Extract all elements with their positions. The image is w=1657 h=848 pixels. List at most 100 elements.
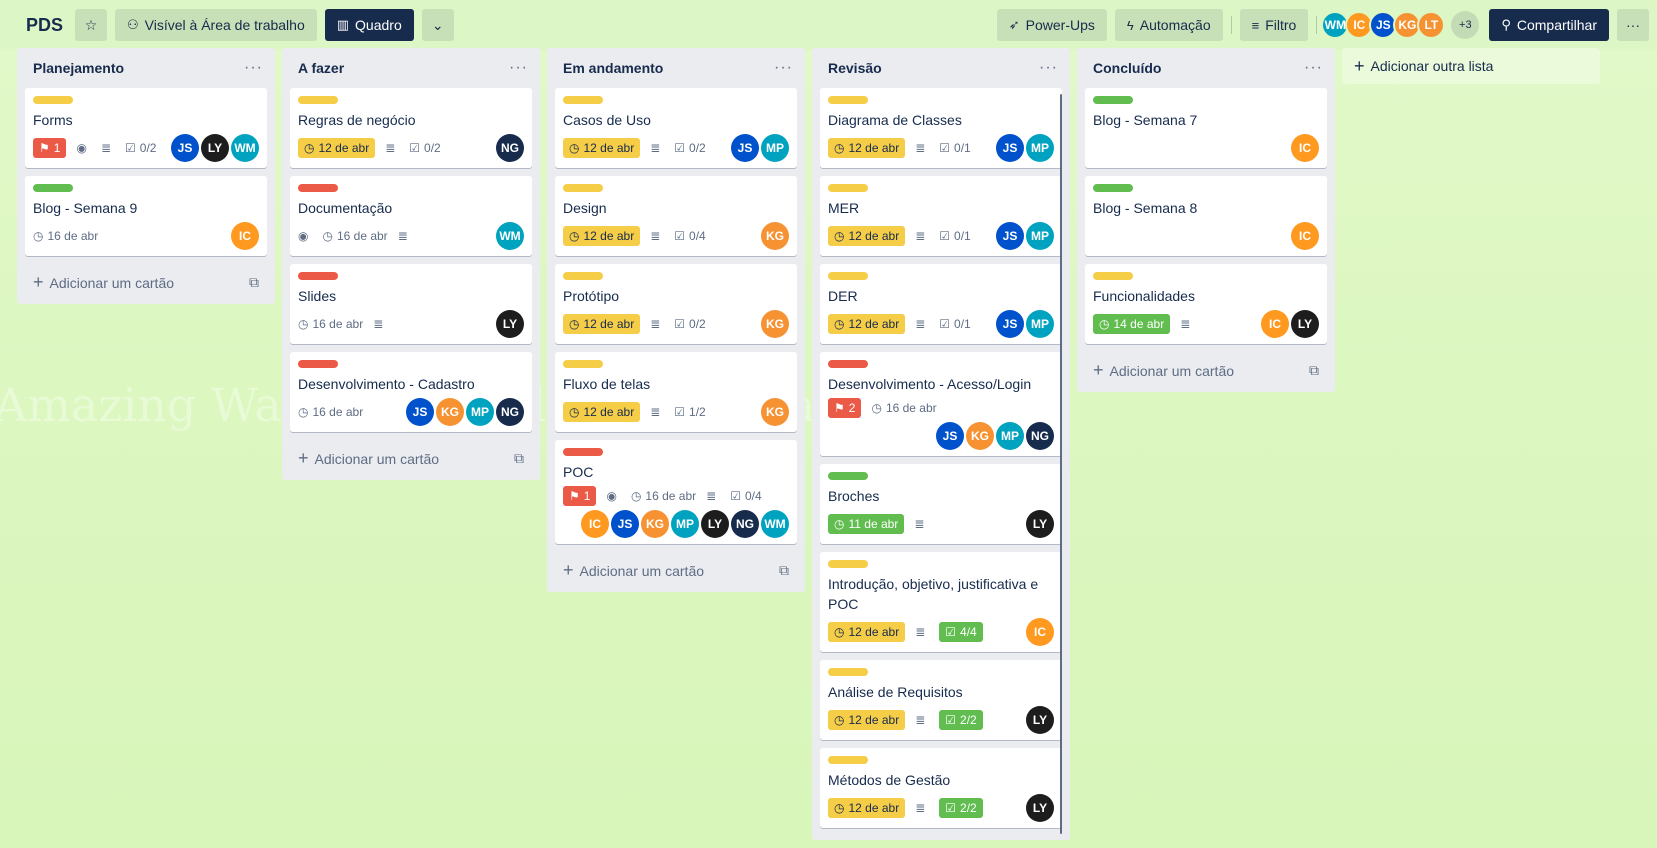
- card-label[interactable]: [828, 272, 868, 280]
- card-label[interactable]: [828, 668, 868, 676]
- member-avatar[interactable]: IC: [1261, 310, 1289, 338]
- card[interactable]: MER ◷ 12 de abr ≣ ☑ 0/1 JS MP: [820, 176, 1062, 256]
- member-avatar[interactable]: MP: [671, 510, 699, 538]
- card[interactable]: Forms ⚑ 1 ◉ ≣ ☑ 0/2 JS LY WM: [25, 88, 267, 168]
- member-avatar[interactable]: LY: [1026, 794, 1054, 822]
- member-avatar[interactable]: KG: [641, 510, 669, 538]
- star-button[interactable]: ☆: [75, 9, 108, 41]
- badge-check[interactable]: ☑ 0/2: [674, 138, 705, 158]
- member-avatar[interactable]: NG: [496, 398, 524, 426]
- member-avatar[interactable]: LY: [701, 510, 729, 538]
- member-avatar[interactable]: LY: [1026, 706, 1054, 734]
- template-icon[interactable]: ⧉: [249, 274, 259, 291]
- card-label[interactable]: [563, 360, 603, 368]
- badge-check[interactable]: ☑ 0/2: [409, 138, 440, 158]
- member-avatar[interactable]: KG: [761, 222, 789, 250]
- card[interactable]: Análise de Requisitos ◷ 12 de abr ≣ ☑ 2/2 LY: [820, 660, 1062, 740]
- member-avatar[interactable]: MP: [1026, 222, 1054, 250]
- board-members[interactable]: WM IC JS KG LT: [1321, 11, 1446, 39]
- member-avatar[interactable]: LY: [496, 310, 524, 338]
- card-label[interactable]: [298, 272, 338, 280]
- badge-clock[interactable]: ◷ 16 de abr: [298, 314, 363, 334]
- card[interactable]: Documentação ◉ ◷ 16 de abr ≣ WM: [290, 176, 532, 256]
- add-card-button[interactable]: + Adicionar um cartão ⧉: [290, 440, 532, 476]
- template-icon[interactable]: ⧉: [779, 562, 789, 579]
- badge-clock[interactable]: ◷ 12 de abr: [563, 402, 641, 422]
- badge-clock[interactable]: ◷ 11 de abr: [828, 514, 905, 534]
- card[interactable]: Blog - Semana 8 IC: [1085, 176, 1327, 256]
- member-avatar[interactable]: MP: [1026, 310, 1054, 338]
- badge-check[interactable]: ☑ 0/1: [939, 138, 970, 158]
- member-avatar[interactable]: LT: [1417, 11, 1446, 39]
- template-icon[interactable]: ⧉: [1309, 362, 1319, 379]
- powerups-button[interactable]: ➶ Power-Ups: [996, 9, 1107, 41]
- member-avatar[interactable]: KG: [436, 398, 464, 426]
- filter-button[interactable]: ≡ Filtro: [1239, 9, 1309, 41]
- card[interactable]: Métodos de Gestão ◷ 12 de abr ≣ ☑ 2/2 LY: [820, 748, 1062, 828]
- member-avatar[interactable]: KG: [761, 398, 789, 426]
- list-menu-icon[interactable]: ···: [774, 59, 793, 77]
- card-label[interactable]: [33, 96, 73, 104]
- card-label[interactable]: [828, 472, 868, 480]
- list-title[interactable]: Revisão: [828, 60, 882, 76]
- member-avatar[interactable]: JS: [936, 422, 964, 450]
- view-switcher-button[interactable]: ⌄: [421, 9, 454, 41]
- member-avatar[interactable]: JS: [171, 134, 199, 162]
- card-label[interactable]: [563, 96, 603, 104]
- template-icon[interactable]: ⧉: [514, 450, 524, 467]
- list-menu-icon[interactable]: ···: [1304, 59, 1323, 77]
- member-avatar[interactable]: JS: [996, 222, 1024, 250]
- list-scrollbar[interactable]: [1060, 94, 1062, 834]
- member-avatar[interactable]: MP: [466, 398, 494, 426]
- member-avatar[interactable]: IC: [231, 222, 259, 250]
- card[interactable]: Protótipo ◷ 12 de abr ≣ ☑ 0/2 KG: [555, 264, 797, 344]
- badge-clock[interactable]: ◷ 12 de abr: [828, 622, 906, 642]
- card-label[interactable]: [828, 96, 868, 104]
- badge-check[interactable]: ☑ 2/2: [939, 710, 983, 730]
- member-avatar[interactable]: KG: [966, 422, 994, 450]
- badge-clock[interactable]: ◷ 12 de abr: [828, 226, 906, 246]
- card[interactable]: Desenvolvimento - Acesso/Login ⚑ 2 ◷ 16 de a…: [820, 352, 1062, 456]
- member-avatar[interactable]: IC: [1026, 618, 1054, 646]
- card-label[interactable]: [1093, 184, 1133, 192]
- member-avatar[interactable]: NG: [496, 134, 524, 162]
- member-avatar[interactable]: MP: [761, 134, 789, 162]
- list-menu-icon[interactable]: ···: [244, 59, 263, 77]
- card-label[interactable]: [1093, 96, 1133, 104]
- card[interactable]: POC ⚑ 1 ◉ ◷ 16 de abr ≣ ☑ 0/4 IC JS KG MP LY NG WM: [555, 440, 797, 544]
- member-avatar[interactable]: LY: [1291, 310, 1319, 338]
- badge-clock[interactable]: ◷ 12 de abr: [828, 138, 906, 158]
- card-label[interactable]: [298, 184, 338, 192]
- card-label[interactable]: [1093, 272, 1133, 280]
- member-avatar[interactable]: IC: [1291, 134, 1319, 162]
- card-label[interactable]: [828, 560, 868, 568]
- card[interactable]: Casos de Uso ◷ 12 de abr ≣ ☑ 0/2 JS MP: [555, 88, 797, 168]
- list-menu-icon[interactable]: ···: [509, 59, 528, 77]
- automation-button[interactable]: ϟ Automação: [1114, 9, 1223, 41]
- badge-clock[interactable]: ◷ 16 de abr: [631, 486, 696, 506]
- badge-clock[interactable]: ◷ 12 de abr: [828, 710, 906, 730]
- badge-check[interactable]: ☑ 0/1: [939, 226, 970, 246]
- badge-clock[interactable]: ◷ 12 de abr: [298, 138, 376, 158]
- member-avatar[interactable]: NG: [1026, 422, 1054, 450]
- card[interactable]: Diagrama de Classes ◷ 12 de abr ≣ ☑ 0/1 JS MP: [820, 88, 1062, 168]
- member-avatar[interactable]: WM: [496, 222, 524, 250]
- member-avatar[interactable]: JS: [406, 398, 434, 426]
- view-quadro-button[interactable]: ▥ Quadro: [324, 9, 414, 41]
- card-label[interactable]: [828, 184, 868, 192]
- badge-clock[interactable]: ◷ 12 de abr: [563, 138, 641, 158]
- card-label[interactable]: [563, 448, 603, 456]
- member-avatar[interactable]: WM: [761, 510, 789, 538]
- badge-clock[interactable]: ◷ 16 de abr: [33, 226, 98, 246]
- add-list-button[interactable]: + Adicionar outra lista: [1342, 48, 1600, 84]
- board-title[interactable]: PDS: [26, 15, 63, 36]
- card[interactable]: DER ◷ 12 de abr ≣ ☑ 0/1 JS MP: [820, 264, 1062, 344]
- list-title[interactable]: A fazer: [298, 60, 344, 76]
- card[interactable]: Slides ◷ 16 de abr ≣ LY: [290, 264, 532, 344]
- card[interactable]: Blog - Semana 7 IC: [1085, 88, 1327, 168]
- member-avatar[interactable]: NG: [731, 510, 759, 538]
- badge-check[interactable]: ☑ 0/4: [730, 486, 761, 506]
- card-label[interactable]: [33, 184, 73, 192]
- member-avatar[interactable]: IC: [1291, 222, 1319, 250]
- member-avatar[interactable]: WM: [231, 134, 259, 162]
